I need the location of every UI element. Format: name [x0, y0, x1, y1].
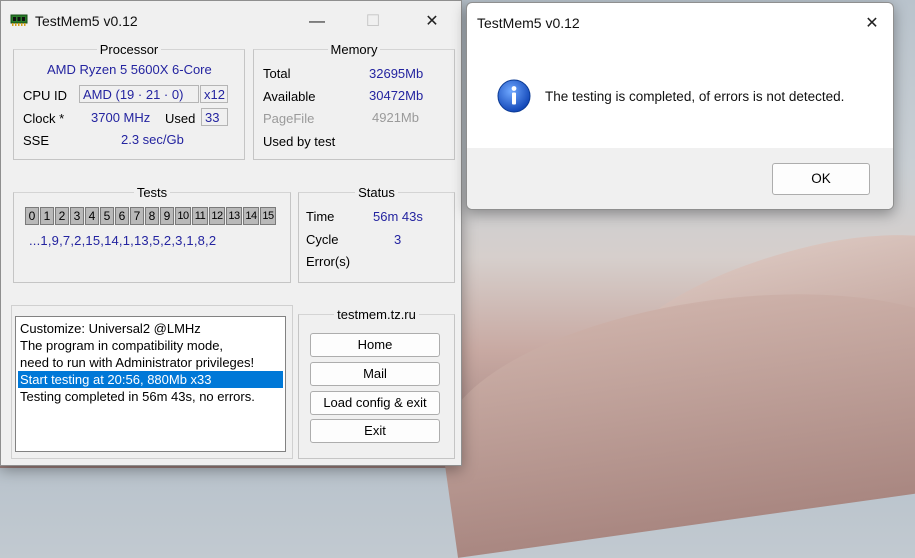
pagefile-label: PageFile [263, 111, 315, 126]
time-label: Time [306, 209, 335, 224]
clock-label: Clock * [23, 111, 65, 126]
used-by-test-label: Used by test [263, 134, 336, 149]
message-text: The testing is completed, of errors is n… [545, 89, 845, 104]
cpu-name: AMD Ryzen 5 5600X 6-Core [47, 62, 212, 77]
message-titlebar[interactable]: TestMem5 v0.12 ✕ [467, 3, 893, 43]
test-cell: 3 [70, 207, 84, 225]
wallpaper-dune-front [427, 262, 915, 558]
log-line-selected[interactable]: Start testing at 20:56, 880Mb x33 [18, 371, 283, 388]
test-cell: 8 [145, 207, 159, 225]
test-cell: 14 [243, 207, 259, 225]
log-listbox[interactable]: Customize: Universal2 @LMHz The program … [15, 316, 286, 452]
load-config-exit-button[interactable]: Load config & exit [310, 391, 440, 415]
exit-button[interactable]: Exit [310, 419, 440, 443]
log-line[interactable]: The program in compatibility mode, [18, 337, 283, 354]
close-button[interactable]: ✕ [421, 11, 443, 33]
available-memory-label: Available [263, 89, 316, 104]
test-cell: 2 [55, 207, 69, 225]
used-threads-label: Used [165, 111, 196, 126]
main-window-title: TestMem5 v0.12 [35, 13, 138, 29]
maximize-button[interactable]: ☐ [362, 11, 384, 33]
completion-message-box: TestMem5 v0.12 ✕ The testing is complete… [466, 2, 894, 210]
test-cell: 4 [85, 207, 99, 225]
home-button[interactable]: Home [310, 333, 440, 357]
website-legend: testmem.tz.ru [337, 307, 416, 322]
test-cells: 0 1 2 3 4 5 6 7 8 9 10 11 12 13 14 15 [25, 207, 277, 225]
test-cell: 5 [100, 207, 114, 225]
clock-value: 3700 MHz [91, 110, 151, 125]
test-cell: 13 [226, 207, 242, 225]
cpu-id-field: AMD (19 · 21 · 0) [79, 85, 199, 103]
pagefile-value: 4921Mb [372, 110, 419, 125]
minimize-button[interactable]: — [306, 11, 328, 33]
log-line[interactable]: need to run with Administrator privilege… [18, 354, 283, 371]
used-threads-field: 33 [201, 108, 228, 126]
mail-button[interactable]: Mail [310, 362, 440, 386]
ok-button[interactable]: OK [772, 163, 870, 195]
errors-label: Error(s) [306, 254, 351, 269]
processor-legend: Processor [99, 42, 159, 57]
test-cell: 12 [209, 207, 225, 225]
available-memory-value: 30472Mb [369, 88, 424, 103]
log-line[interactable]: Customize: Universal2 @LMHz [18, 320, 283, 337]
test-sequence: ...1,9,7,2,15,14,1,13,5,2,3,1,8,2 [29, 233, 217, 248]
status-legend: Status [358, 185, 395, 200]
test-cell: 7 [130, 207, 144, 225]
test-cell: 9 [160, 207, 174, 225]
log-line[interactable]: Testing completed in 56m 43s, no errors. [18, 388, 283, 405]
cpu-id-label: CPU ID [23, 88, 68, 103]
sse-label: SSE [23, 133, 50, 148]
test-cell: 0 [25, 207, 39, 225]
cycle-value: 3 [394, 232, 402, 247]
test-cell: 1 [40, 207, 54, 225]
test-cell: 6 [115, 207, 129, 225]
memory-chip-icon [10, 14, 28, 26]
tests-legend: Tests [136, 185, 168, 200]
message-box-title: TestMem5 v0.12 [477, 15, 580, 31]
memory-legend: Memory [330, 42, 378, 57]
total-memory-label: Total [263, 66, 291, 81]
message-close-button[interactable]: ✕ [861, 13, 883, 35]
main-titlebar[interactable]: TestMem5 v0.12 — ☐ ✕ [1, 1, 461, 41]
cpu-threads-field: x12 [200, 85, 228, 103]
cycle-label: Cycle [306, 232, 339, 247]
info-icon [497, 79, 531, 113]
test-cell: 11 [192, 207, 208, 225]
test-cell: 10 [175, 207, 191, 225]
sse-value: 2.3 sec/Gb [121, 132, 184, 147]
test-cell: 15 [260, 207, 276, 225]
time-value: 56m 43s [373, 209, 423, 224]
testmem-main-window: TestMem5 v0.12 — ☐ ✕ Processor AMD Ryzen… [0, 0, 462, 466]
total-memory-value: 32695Mb [369, 66, 424, 81]
